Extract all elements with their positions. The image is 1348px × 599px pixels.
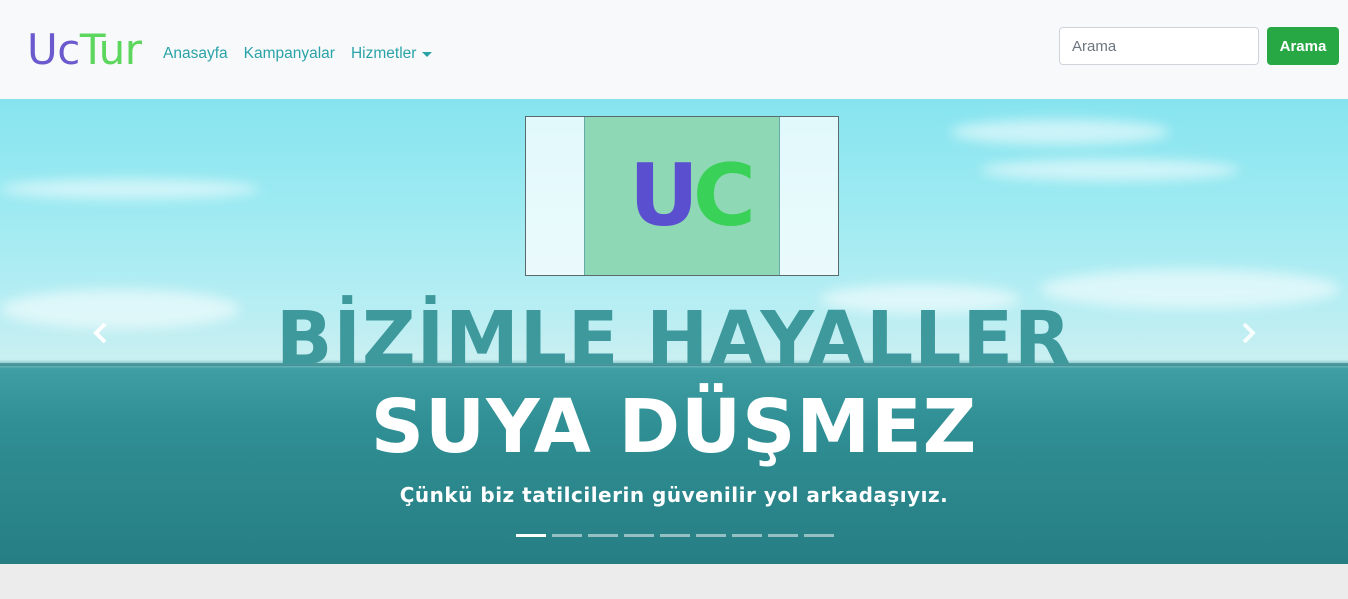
carousel-indicator[interactable] [804, 534, 834, 537]
slide-headline-top: BİZİMLE HAYALLER [276, 296, 1072, 382]
search-input[interactable] [1059, 27, 1259, 65]
carousel-next-button[interactable] [1233, 318, 1263, 348]
slide-headline-bottom: SUYA DÜŞMEZ [370, 384, 978, 470]
carousel-indicator[interactable] [732, 534, 762, 537]
nav-link-kampanyalar[interactable]: Kampanyalar [244, 44, 335, 64]
carousel-prev-button[interactable] [86, 318, 116, 348]
carousel-logo-image: UC [525, 116, 839, 276]
cloud [950, 119, 1170, 145]
nav-links: Anasayfa Kampanyalar Hizmetler [163, 44, 433, 64]
brand-tur: Tur [79, 25, 142, 74]
cloud [0, 179, 260, 199]
search-button[interactable]: Arama [1267, 27, 1339, 65]
logo-letters: UC [629, 151, 756, 241]
slide-caption: Çünkü biz tatilcilerin güvenilir yol ark… [399, 483, 949, 507]
carousel-indicator[interactable] [660, 534, 690, 537]
carousel-indicator[interactable] [552, 534, 582, 537]
nav-dropdown-hizmetler[interactable]: Hizmetler [350, 44, 433, 64]
logo-letter-c: C [692, 146, 756, 246]
hero-carousel: UC BİZİMLE HAYALLER SUYA DÜŞMEZ Çünkü bi… [0, 99, 1348, 564]
brand-logo[interactable]: UcTur [27, 24, 142, 76]
carousel-indicator[interactable] [588, 534, 618, 537]
cloud [980, 159, 1240, 181]
carousel-indicators [516, 534, 834, 537]
chevron-right-icon [1242, 322, 1256, 344]
carousel-indicator[interactable] [624, 534, 654, 537]
nav-link-anasayfa[interactable]: Anasayfa [163, 44, 228, 64]
chevron-left-icon [93, 322, 107, 344]
carousel-indicator[interactable] [696, 534, 726, 537]
carousel-indicator[interactable] [516, 534, 546, 537]
logo-panel: UC [584, 117, 780, 275]
caret-down-icon [422, 52, 433, 57]
nav-dropdown-label: Hizmetler [350, 45, 417, 62]
top-navbar: UcTur Anasayfa Kampanyalar Hizmetler Ara… [0, 0, 1348, 99]
brand-uc: Uc [27, 25, 80, 74]
logo-letter-u: U [629, 146, 699, 246]
carousel-indicator[interactable] [768, 534, 798, 537]
